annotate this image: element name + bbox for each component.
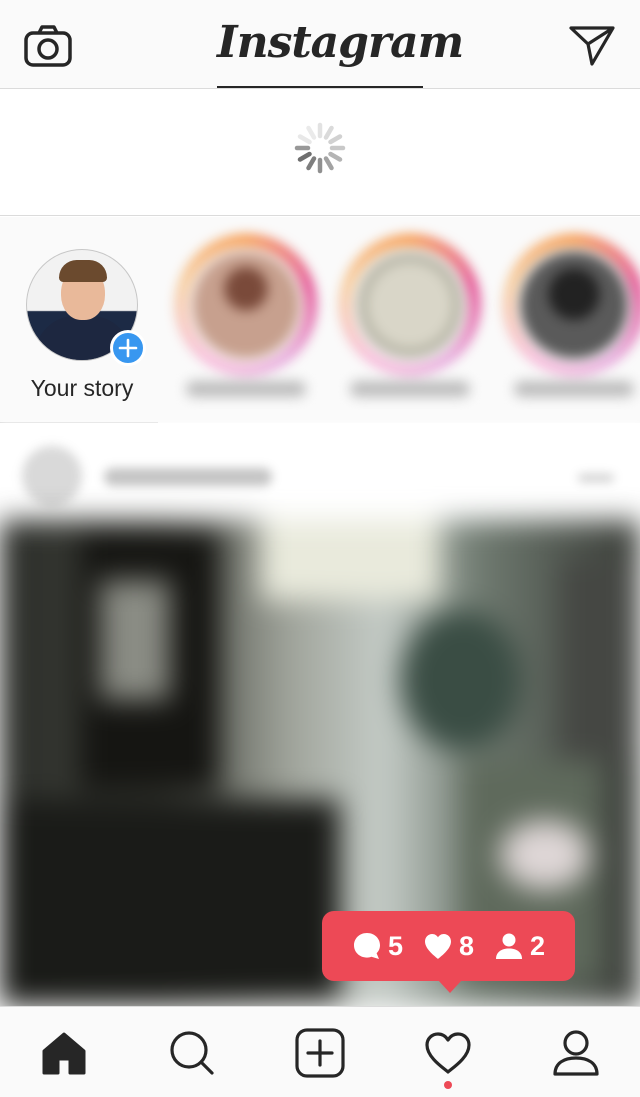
post-username-placeholder[interactable] (104, 468, 272, 486)
story-item[interactable] (176, 235, 316, 415)
activity-indicator-dot (444, 1081, 452, 1089)
direct-message-icon[interactable] (564, 18, 620, 74)
bottom-tab-bar (0, 1006, 640, 1097)
camera-icon[interactable] (20, 18, 76, 74)
profile-icon[interactable] (548, 1025, 604, 1081)
story-username-placeholder (186, 381, 306, 397)
add-story-plus-icon[interactable] (110, 330, 146, 366)
new-post-icon[interactable] (292, 1025, 348, 1081)
post-avatar[interactable] (22, 446, 82, 506)
post-header (0, 424, 640, 532)
your-story-label: Your story (30, 375, 134, 401)
more-options-icon[interactable] (578, 474, 614, 482)
story-avatar (356, 251, 464, 359)
story-username-placeholder (514, 381, 634, 397)
story-avatar (192, 251, 300, 359)
story-username-placeholder (350, 381, 470, 397)
followers-count-value: 2 (530, 930, 546, 961)
stories-tray: Your story (0, 217, 640, 423)
likes-count: 8 (423, 931, 474, 962)
instagram-logo: Instagram (217, 10, 464, 88)
comment-icon (353, 933, 380, 959)
activity-notification-bubble[interactable]: 5 8 2 (322, 911, 575, 993)
loading-spinner-icon (294, 122, 346, 174)
activity-heart-icon[interactable] (420, 1025, 476, 1081)
comments-count: 5 (352, 931, 403, 962)
followers-count: 2 (494, 931, 545, 962)
top-navigation-bar: Instagram (0, 0, 640, 89)
comments-count-value: 5 (387, 930, 403, 961)
story-avatar (520, 251, 628, 359)
likes-count-value: 8 (458, 930, 475, 961)
story-item[interactable] (340, 235, 480, 415)
search-icon[interactable] (164, 1025, 220, 1081)
your-story[interactable]: Your story (0, 217, 158, 423)
heart-icon (424, 934, 451, 959)
home-icon[interactable] (36, 1025, 92, 1081)
story-item[interactable] (504, 235, 640, 415)
person-icon (496, 933, 523, 959)
